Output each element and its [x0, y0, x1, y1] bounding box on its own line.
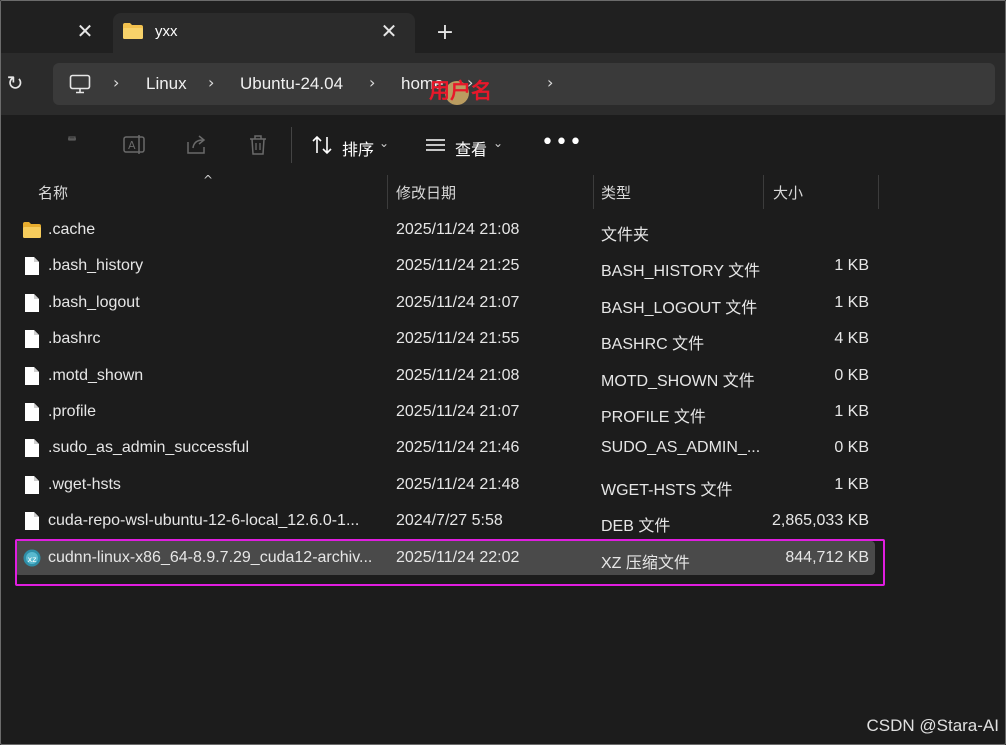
folder-icon: [123, 23, 143, 39]
file-row[interactable]: .wget-hsts 2025/11/24 21:48 WGET-HSTS 文件 1 …: [15, 468, 875, 502]
tab-previous-close-icon[interactable]: ✕: [73, 19, 97, 43]
file-type: BASH_HISTORY 文件: [601, 263, 761, 281]
file-name: .cache: [48, 221, 96, 238]
svg-text:A: A: [128, 139, 136, 152]
file-row[interactable]: .motd_shown 2025/11/24 21:08 MOTD_SHOWN 文件…: [15, 359, 875, 393]
file-type: PROFILE 文件: [601, 409, 706, 426]
more-options-button[interactable]: •••: [541, 132, 583, 154]
breadcrumb-separator[interactable]: ›: [113, 73, 119, 92]
file-size: 1 KB: [834, 475, 869, 493]
breadcrumb-ubuntu[interactable]: Ubuntu-24.04: [240, 74, 343, 94]
file-date: 2025/11/24 21:08: [396, 221, 520, 238]
tab-previous[interactable]: ✕: [1, 13, 109, 53]
tab-strip: ✕ yxx ✕ +: [1, 1, 1005, 53]
address-bar[interactable]: › Linux › Ubuntu-24.04 › home › ›: [53, 63, 995, 105]
sort-chevron-down-icon[interactable]: ⌄: [379, 136, 389, 150]
file-row[interactable]: .profile 2025/11/24 21:07 PROFILE 文件 1 KB: [15, 395, 875, 429]
file-row[interactable]: .bash_logout 2025/11/24 21:07 BASH_LOGOUT …: [15, 286, 875, 320]
watermark: CSDN @Stara-AI: [866, 716, 999, 735]
file-size: 0 KB: [834, 366, 869, 384]
file-icon: [25, 512, 39, 531]
file-date: 2025/11/24 21:46: [396, 439, 520, 457]
column-resize-handle[interactable]: [763, 175, 764, 209]
file-icon: [25, 439, 39, 458]
sort-button[interactable]: 排序: [342, 136, 374, 160]
view-icon[interactable]: [423, 133, 449, 157]
share-icon[interactable]: [184, 133, 210, 157]
file-name: .sudo_as_admin_successful: [48, 439, 250, 457]
file-type: WGET-HSTS 文件: [601, 481, 733, 499]
file-size: 1 KB: [834, 257, 869, 275]
file-icon: [25, 330, 39, 349]
file-date: 2024/7/27 5:58: [396, 512, 503, 530]
file-name: .wget-hsts: [48, 475, 121, 493]
file-name: cuda-repo-wsl-ubuntu-12-6-local_12.6.0-1…: [48, 512, 360, 530]
file-date: 2025/11/24 21:25: [396, 257, 520, 275]
column-resize-handle[interactable]: [593, 175, 594, 209]
tab-title: yxx: [155, 23, 178, 40]
file-row[interactable]: .bashrc 2025/11/24 21:55 BASHRC 文件 4 KB: [15, 322, 875, 356]
sort-ascending-icon: ^: [203, 173, 214, 187]
file-type: BASH_LOGOUT 文件: [601, 299, 758, 317]
column-header-type[interactable]: 类型: [601, 182, 631, 203]
view-chevron-down-icon[interactable]: ⌄: [493, 136, 503, 150]
column-headers: ^ 名称 修改日期 类型 大小: [1, 173, 1005, 209]
file-date: 2025/11/24 21:07: [396, 293, 520, 311]
file-size: 4 KB: [834, 330, 869, 348]
file-size: 1 KB: [834, 403, 869, 420]
column-resize-handle[interactable]: [878, 175, 879, 209]
new-tab-button[interactable]: +: [433, 21, 457, 45]
cut-icon[interactable]: [59, 133, 85, 157]
breadcrumb-separator[interactable]: ›: [208, 73, 214, 92]
file-name: .bash_history: [48, 257, 144, 275]
tab-active[interactable]: yxx ✕: [113, 13, 415, 53]
view-button[interactable]: 查看: [455, 136, 487, 160]
breadcrumb-separator[interactable]: ›: [547, 73, 553, 92]
breadcrumb-separator[interactable]: ›: [369, 73, 375, 92]
file-size: 1 KB: [834, 293, 869, 311]
refresh-icon[interactable]: ↻: [3, 71, 27, 95]
file-icon: [25, 403, 39, 421]
computer-icon[interactable]: [69, 74, 91, 94]
file-type: MOTD_SHOWN 文件: [601, 372, 755, 390]
file-row[interactable]: .cache 2025/11/24 21:08 文件夹: [15, 213, 875, 247]
file-name: .motd_shown: [48, 366, 144, 384]
column-resize-handle[interactable]: [387, 175, 388, 209]
folder-icon: [23, 222, 41, 238]
file-type: SUDO_AS_ADMIN_...: [601, 439, 761, 457]
column-header-size[interactable]: 大小: [773, 182, 803, 203]
file-name: .bashrc: [48, 330, 101, 348]
navigation-bar: ↻ › Linux › Ubuntu-24.04 › home › › 用户名: [1, 53, 1005, 115]
file-icon: [25, 475, 39, 494]
file-type: 文件夹: [601, 227, 650, 244]
file-row[interactable]: .sudo_as_admin_successful 2025/11/24 21:4…: [15, 431, 875, 465]
file-name: .bash_logout: [48, 293, 140, 311]
file-type: BASHRC 文件: [601, 336, 705, 354]
rename-icon[interactable]: A: [122, 133, 148, 157]
file-date: 2025/11/24 21:07: [396, 403, 520, 420]
toolbar-divider: [291, 127, 292, 163]
column-header-date[interactable]: 修改日期: [396, 182, 456, 203]
file-name: .profile: [48, 403, 97, 420]
file-icon: [25, 366, 39, 385]
file-type: DEB 文件: [601, 518, 671, 536]
file-explorer-window: ✕ yxx ✕ + ↻ › Linux › Ubuntu-24.04 › hom…: [0, 0, 1006, 745]
username-annotation: 用户名: [429, 80, 492, 103]
command-bar: A 排序 ⌄ 查看 ⌄ •••: [1, 115, 1005, 175]
delete-icon[interactable]: [245, 133, 271, 157]
file-date: 2025/11/24 21:48: [396, 475, 520, 493]
selection-highlight-box: [15, 539, 885, 586]
file-row[interactable]: cuda-repo-wsl-ubuntu-12-6-local_12.6.0-1…: [15, 504, 875, 538]
sort-icon[interactable]: [310, 133, 336, 157]
file-date: 2025/11/24 21:55: [396, 330, 520, 348]
file-size: 2,865,033 KB: [772, 512, 869, 530]
file-icon: [25, 293, 39, 312]
breadcrumb-linux[interactable]: Linux: [146, 74, 187, 94]
column-header-name[interactable]: 名称: [38, 182, 68, 203]
file-date: 2025/11/24 21:08: [396, 366, 520, 384]
tab-close-icon[interactable]: ✕: [377, 19, 401, 43]
file-size: 0 KB: [834, 439, 869, 457]
file-row[interactable]: .bash_history 2025/11/24 21:25 BASH_HISTOR…: [15, 249, 875, 283]
file-icon: [25, 257, 39, 276]
